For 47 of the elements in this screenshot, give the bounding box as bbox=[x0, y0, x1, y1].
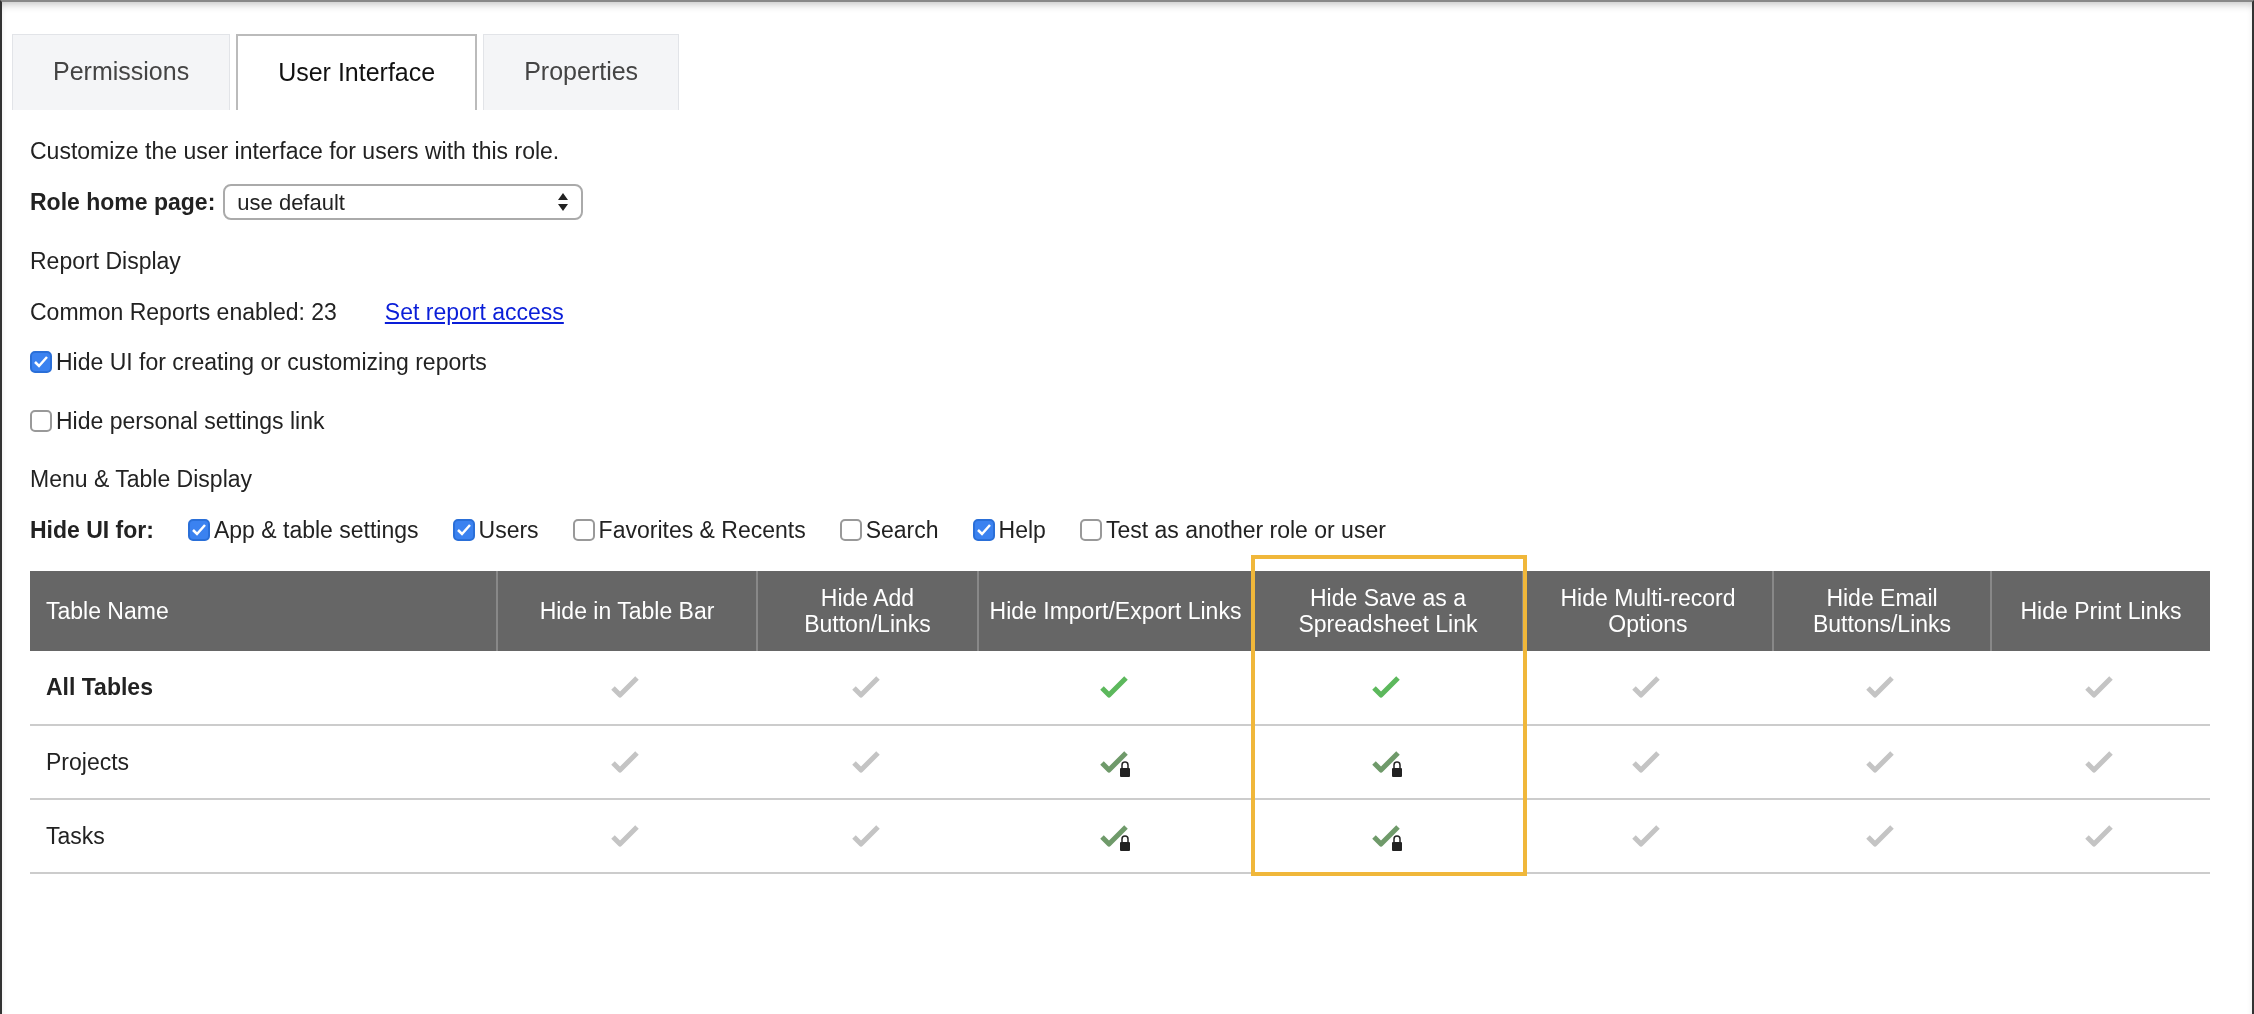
table-name-cell: Projects bbox=[30, 725, 497, 799]
checkbox[interactable] bbox=[1079, 518, 1102, 541]
checkbox-label: Test as another role or user bbox=[1105, 515, 1386, 545]
intro-text: Customize the user interface for users with this role. bbox=[30, 136, 561, 166]
checkbox[interactable] bbox=[30, 351, 52, 374]
checkbox-label: Hide personal settings link bbox=[56, 406, 325, 436]
section-heading: Menu & Table Display bbox=[30, 465, 254, 494]
column-header: Table Name bbox=[30, 571, 497, 651]
checkbox-label: Search bbox=[865, 515, 939, 545]
checkmark-icon bbox=[975, 522, 992, 537]
checkbox[interactable] bbox=[452, 518, 475, 541]
column-header: Hide Email Buttons/Links bbox=[1773, 571, 1991, 651]
select-dropdown[interactable]: use default bbox=[223, 184, 584, 220]
report-count: Common Reports enabled: 23 bbox=[30, 297, 337, 327]
column-header: Hide Import/Export Links bbox=[978, 571, 1253, 651]
checkbox[interactable] bbox=[187, 518, 210, 541]
field-label: Role home page: bbox=[30, 187, 216, 217]
tab[interactable]: Permissions bbox=[12, 34, 231, 110]
field-label: Hide UI for: bbox=[30, 515, 154, 545]
checkmark-icon bbox=[33, 355, 49, 370]
checkbox[interactable] bbox=[972, 518, 995, 541]
column-header: Hide Save as a Spreadsheet Link bbox=[1253, 571, 1523, 651]
column-header: Hide in Table Bar bbox=[497, 571, 757, 651]
checkbox-label: Hide UI for creating or customizing reports bbox=[56, 348, 487, 377]
locked-check-icon[interactable] bbox=[1371, 748, 1405, 779]
checkbox-label: App & table settings bbox=[213, 515, 419, 545]
checkbox-label: Favorites & Recents bbox=[598, 515, 806, 545]
locked-check-icon[interactable] bbox=[1371, 822, 1405, 853]
section-heading: Report Display bbox=[30, 247, 182, 276]
table-name-cell: All Tables bbox=[30, 651, 497, 725]
tab[interactable]: User Interface bbox=[236, 34, 478, 110]
checkmark-icon bbox=[190, 522, 207, 537]
checkbox[interactable] bbox=[572, 518, 595, 541]
checkbox-label: Help bbox=[998, 515, 1046, 545]
checkbox-label: Users bbox=[478, 515, 539, 545]
locked-check-icon[interactable] bbox=[1098, 822, 1133, 853]
set-report-access-link[interactable]: Set report access bbox=[384, 294, 564, 329]
table-name-cell: Tasks bbox=[30, 799, 497, 873]
checkmark-icon bbox=[455, 522, 472, 537]
column-header: Hide Add Button/Links bbox=[757, 571, 978, 651]
column-header: Hide Print Links bbox=[1991, 571, 2210, 651]
checkbox[interactable] bbox=[839, 518, 862, 541]
up-down-arrows-icon bbox=[557, 192, 570, 212]
column-header: Hide Multi-record Options bbox=[1523, 571, 1773, 651]
checkbox[interactable] bbox=[30, 409, 52, 432]
locked-check-icon[interactable] bbox=[1098, 748, 1133, 779]
tab[interactable]: Properties bbox=[483, 34, 680, 110]
